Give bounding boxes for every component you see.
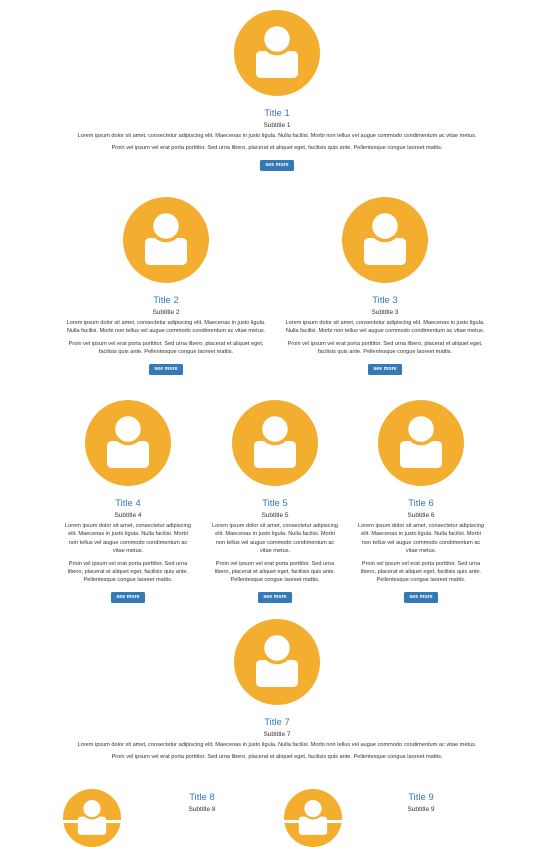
card-2: Title 2 Subtitle 2 Lorem ipsum dolor sit… [66,197,266,375]
card-text: Lorem ipsum dolor sit amet, consectetur … [65,523,191,555]
user-icon [256,22,298,78]
avatar [378,400,464,486]
card-title: Title 6 [408,498,434,509]
avatar [342,197,428,283]
card-title: Title 9 [408,792,434,803]
card-9: Title 9 Subtitle 9 [371,792,471,814]
see-more-button[interactable]: see more [368,363,402,375]
card-subtitle: Subtitle 7 [263,731,291,738]
user-icon [77,797,107,835]
card-title: Title 8 [189,792,215,803]
card-title: Title 4 [115,498,141,509]
card-text: Proin vel ipsum vel erat porta porttitor… [360,560,482,584]
avatar [284,789,342,847]
card-title: Title 1 [264,108,290,119]
card-text: Proin vel ipsum vel erat porta porttitor… [111,145,443,152]
see-more-button[interactable]: see more [111,591,145,603]
card-title: Title 7 [264,717,290,728]
card-3: Title 3 Subtitle 3 Lorem ipsum dolor sit… [285,197,485,375]
card-subtitle: Subtitle 9 [407,806,435,813]
card-text: Lorem ipsum dolor sit amet, consectetur … [77,742,477,748]
card-subtitle: Subtitle 8 [188,806,216,813]
user-icon [364,209,406,265]
card-subtitle: Subtitle 3 [371,309,399,316]
user-icon [400,412,442,468]
avatar [123,197,209,283]
card-subtitle: Subtitle 1 [263,122,291,129]
card-title: Title 2 [153,295,179,306]
avatar [234,10,320,96]
card-text: Lorem ipsum dolor sit amet, consectetur … [212,523,338,555]
card-text: Lorem ipsum dolor sit amet, consectetur … [66,320,266,335]
user-icon [256,631,298,687]
avatar [232,400,318,486]
see-more-button[interactable]: see more [258,591,292,603]
card-text: Lorem ipsum dolor sit amet, consectetur … [358,523,484,555]
see-more-button[interactable]: see more [260,159,294,171]
card-subtitle: Subtitle 2 [152,309,180,316]
user-icon [254,412,296,468]
card-5: Title 5 Subtitle 5 Lorem ipsum dolor sit… [211,400,339,603]
card-6: Title 6 Subtitle 6 Lorem ipsum dolor sit… [357,400,485,603]
card-title: Title 5 [262,498,288,509]
user-icon [298,797,328,835]
see-more-button[interactable]: see more [404,591,438,603]
card-text: Lorem ipsum dolor sit amet, consectetur … [77,133,477,139]
user-icon [107,412,149,468]
card-1: Title 1 Subtitle 1 Lorem ipsum dolor sit… [66,10,488,171]
card-text: Proin vel ipsum vel erat porta porttitor… [214,560,336,584]
avatar [234,619,320,705]
card-subtitle: Subtitle 6 [407,512,435,519]
avatar [85,400,171,486]
card-text: Proin vel ipsum vel erat porta porttitor… [111,754,443,761]
card-text: Proin vel ipsum vel erat porta porttitor… [68,340,264,356]
avatar [63,789,121,847]
card-subtitle: Subtitle 5 [261,512,289,519]
see-more-button[interactable]: see more [149,363,183,375]
card-title: Title 3 [372,295,398,306]
user-icon [145,209,187,265]
card-8: Title 8 Subtitle 8 [152,792,252,814]
card-text: Lorem ipsum dolor sit amet, consectetur … [285,320,485,335]
card-subtitle: Subtitle 4 [114,512,142,519]
card-4: Title 4 Subtitle 4 Lorem ipsum dolor sit… [64,400,192,603]
card-7: Title 7 Subtitle 7 Lorem ipsum dolor sit… [66,619,488,762]
card-text: Proin vel ipsum vel erat porta porttitor… [287,340,483,356]
card-text: Proin vel ipsum vel erat porta porttitor… [67,560,189,584]
